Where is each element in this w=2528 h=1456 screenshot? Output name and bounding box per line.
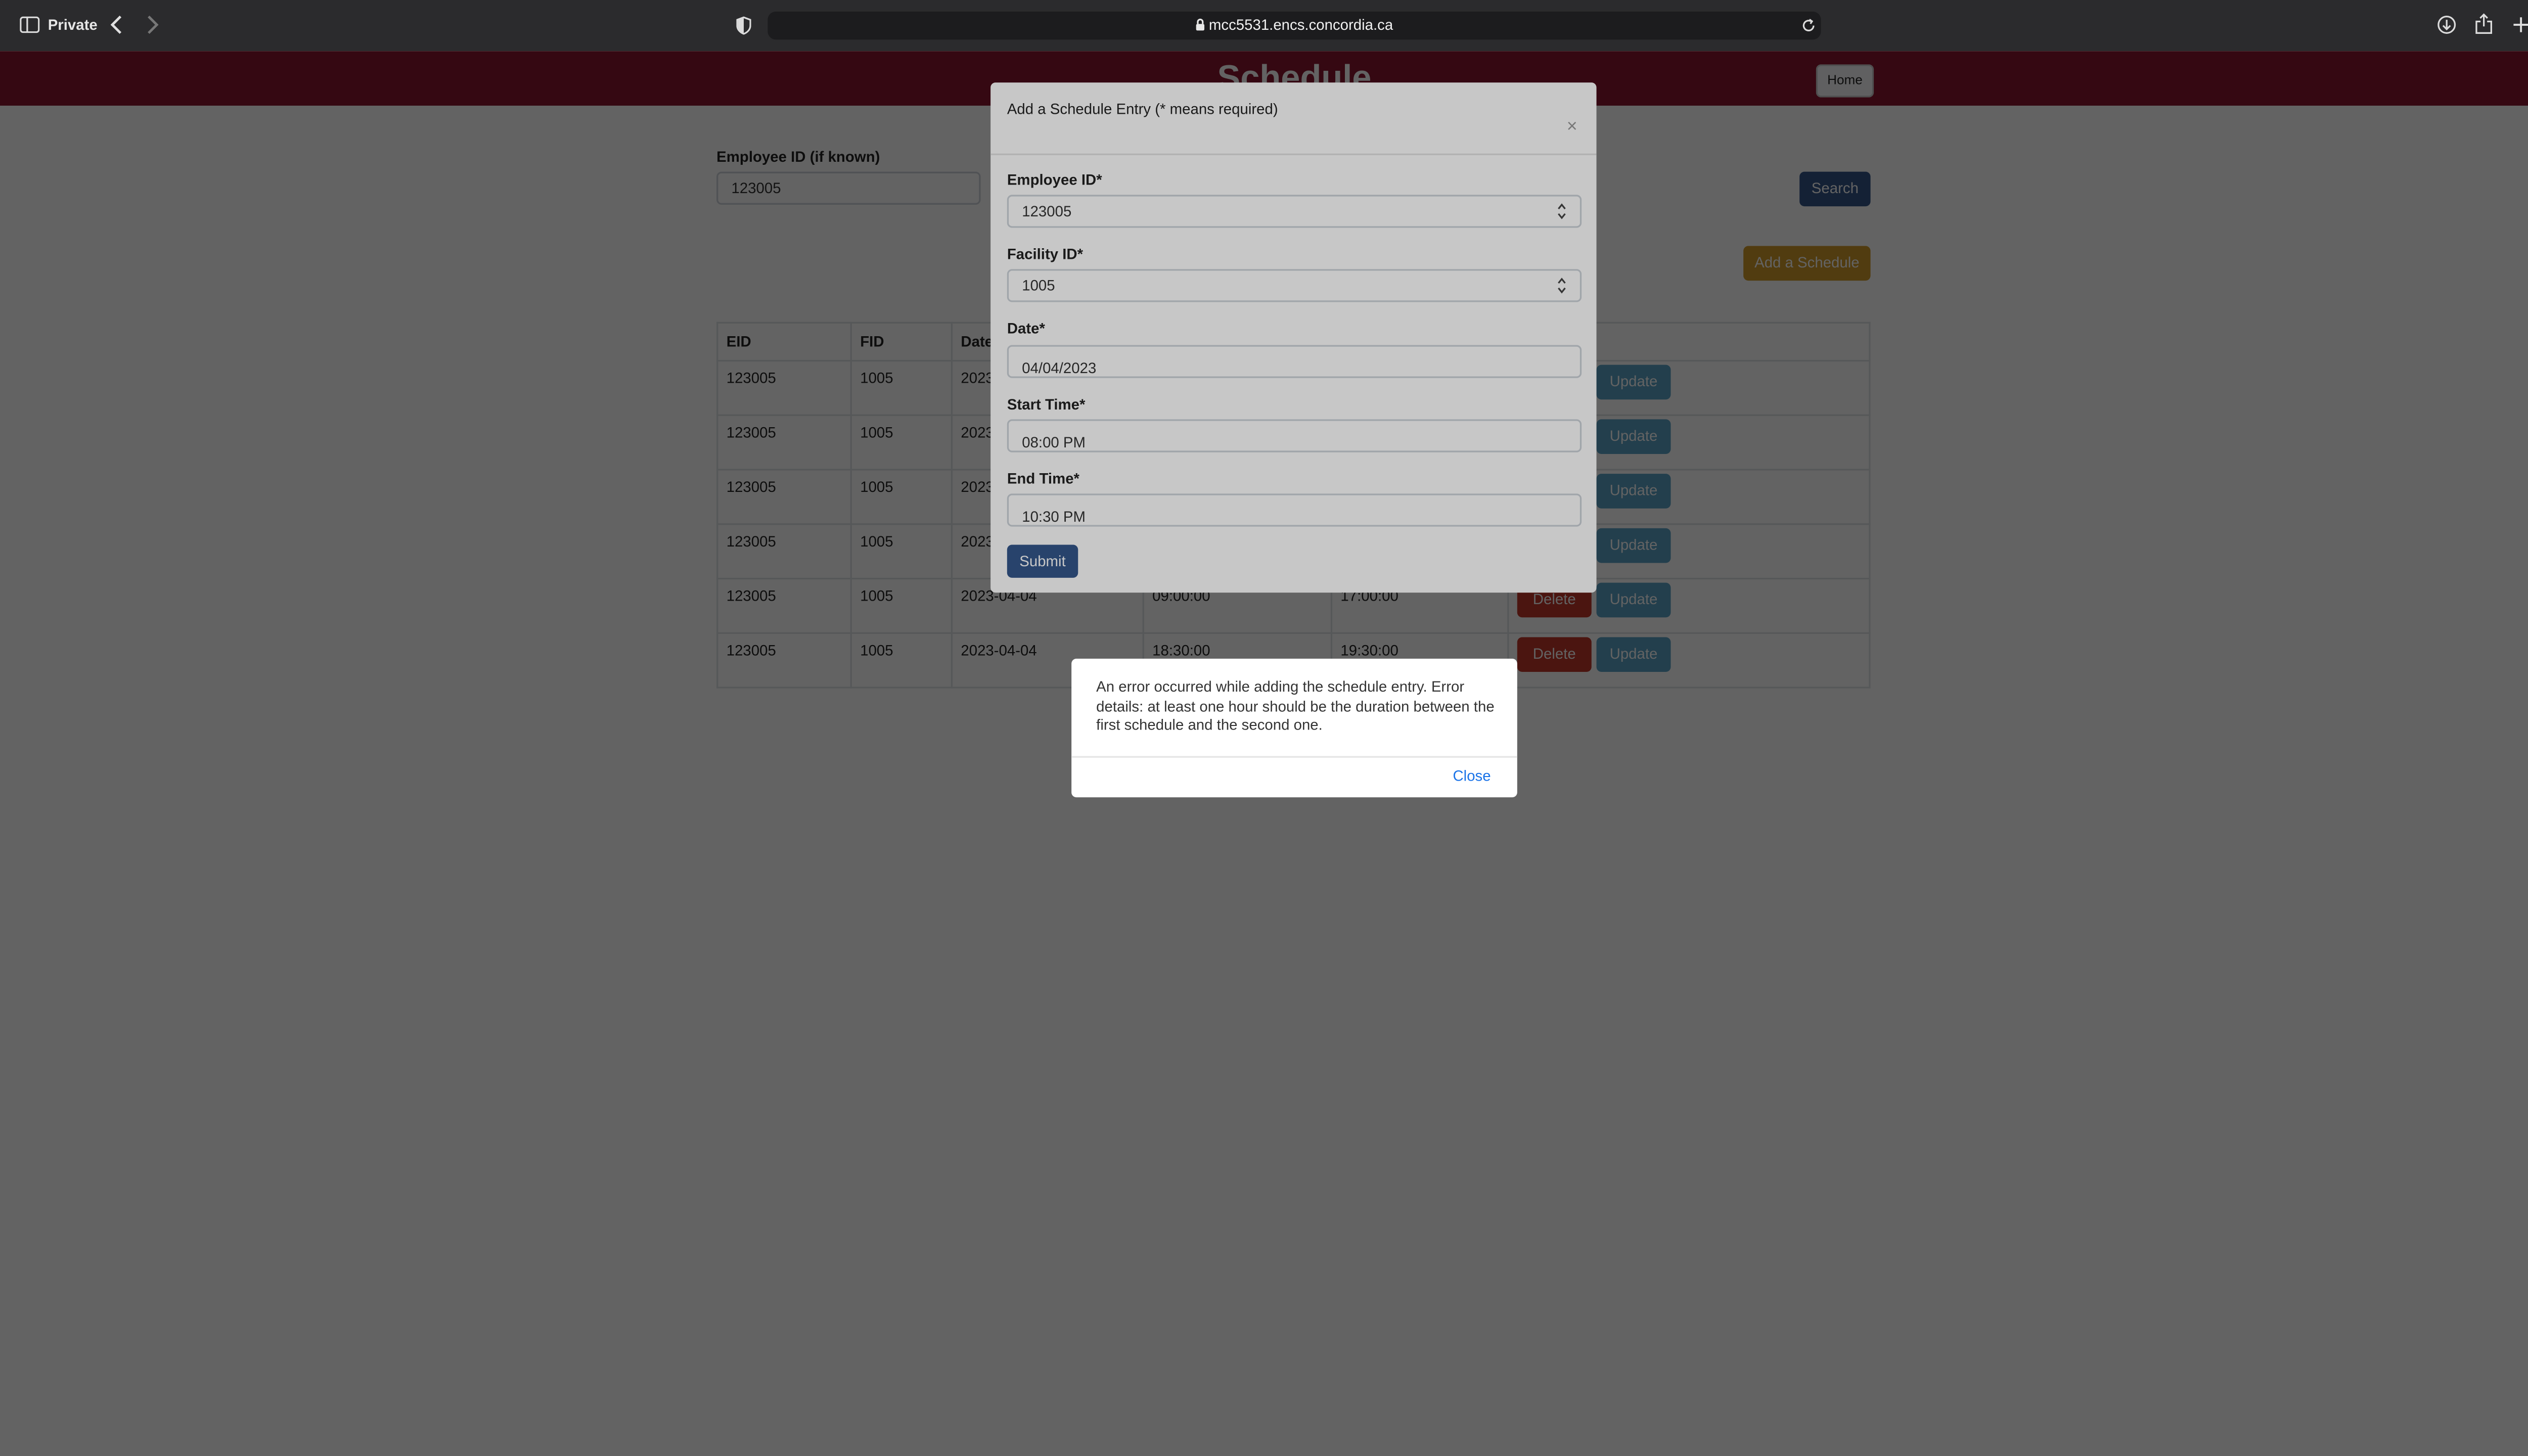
reload-icon[interactable] — [1801, 18, 1816, 33]
error-message: An error occurred while adding the sched… — [1096, 678, 1495, 733]
address-bar[interactable]: mcc5531.encs.concordia.ca — [768, 11, 1821, 40]
alert-close-button[interactable]: Close — [1453, 767, 1491, 784]
error-alert-dialog: An error occurred while adding the sched… — [1071, 658, 1517, 798]
url-text: mcc5531.encs.concordia.ca — [1208, 16, 1393, 33]
back-icon[interactable] — [110, 15, 124, 34]
lock-icon — [1196, 18, 1205, 31]
privacy-shield-icon[interactable] — [736, 16, 751, 35]
alert-divider — [1071, 756, 1517, 758]
download-icon[interactable] — [2437, 15, 2457, 34]
screen: Private mcc5531.encs.concordia.ca Add a … — [0, 0, 2528, 1456]
sidebar-icon[interactable] — [20, 16, 40, 33]
private-mode-label: Private — [48, 16, 98, 33]
new-tab-icon[interactable] — [2513, 17, 2528, 33]
share-icon[interactable] — [2475, 13, 2493, 34]
forward-icon[interactable] — [145, 15, 159, 34]
browser-toolbar: Private mcc5531.encs.concordia.ca — [0, 0, 2528, 52]
